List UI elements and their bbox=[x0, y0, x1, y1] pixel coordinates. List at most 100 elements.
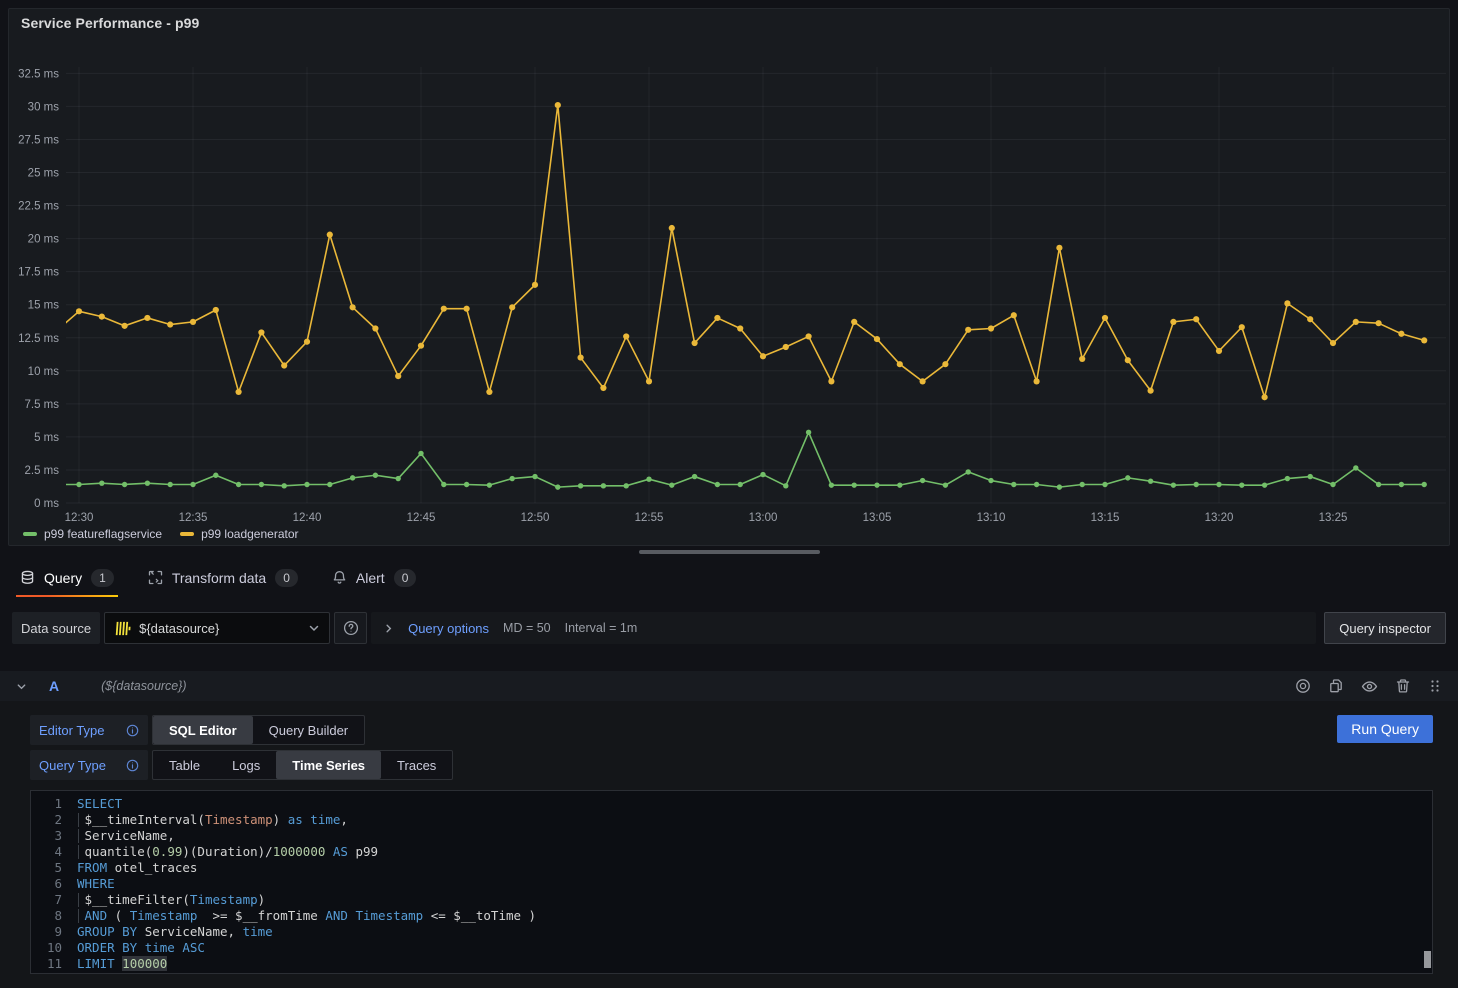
query-type-logs-button[interactable]: Logs bbox=[216, 751, 276, 779]
eye-icon[interactable] bbox=[1361, 678, 1378, 695]
indent-guide bbox=[78, 845, 79, 859]
query-ref-id: A bbox=[49, 678, 59, 694]
svg-text:15 ms: 15 ms bbox=[28, 300, 60, 312]
code-line: 3 ServiceName, bbox=[31, 828, 1432, 844]
query-builder-button[interactable]: Query Builder bbox=[253, 716, 364, 744]
editor-type-label: Editor Type bbox=[30, 715, 148, 745]
tab-label: Transform data bbox=[172, 570, 266, 586]
drag-handle-icon[interactable] bbox=[1428, 679, 1442, 693]
editor-scrollbar-thumb[interactable] bbox=[1424, 951, 1431, 968]
line-number: 11 bbox=[31, 956, 77, 972]
query-type-group: Table Logs Time Series Traces bbox=[152, 750, 453, 780]
svg-text:12.5 ms: 12.5 ms bbox=[18, 333, 59, 345]
code-lines: 1SELECT2 $__timeInterval(Timestamp) as t… bbox=[31, 796, 1432, 972]
query-editor-section: A (${datasource}) bbox=[0, 671, 1458, 988]
svg-text:12:35: 12:35 bbox=[179, 512, 208, 524]
indent-guide bbox=[78, 893, 79, 907]
svg-text:12:55: 12:55 bbox=[635, 512, 664, 524]
datasource-label: Data source bbox=[12, 612, 100, 644]
editor-type-label-text: Editor Type bbox=[39, 723, 105, 738]
datasource-help-button[interactable] bbox=[334, 612, 367, 644]
query-type-table-button[interactable]: Table bbox=[153, 751, 216, 779]
info-icon[interactable] bbox=[126, 724, 139, 737]
code-text: GROUP BY ServiceName, time bbox=[77, 924, 273, 940]
code-line: 8 AND ( Timestamp >= $__fromTime AND Tim… bbox=[31, 908, 1432, 924]
editor-type-row: Editor Type SQL Editor Query Builder Run… bbox=[30, 715, 1433, 745]
code-text: AND ( Timestamp >= $__fromTime AND Times… bbox=[77, 908, 536, 924]
copy-icon[interactable] bbox=[1328, 678, 1344, 694]
tab-query[interactable]: Query 1 bbox=[16, 564, 118, 597]
code-line: 5FROM otel_traces bbox=[31, 860, 1432, 876]
chevron-right-icon bbox=[383, 623, 394, 634]
tab-transform-data[interactable]: Transform data 0 bbox=[144, 564, 302, 597]
legend-swatch bbox=[180, 532, 194, 536]
code-text: ServiceName, bbox=[77, 828, 175, 844]
line-number: 10 bbox=[31, 940, 77, 956]
tab-alert[interactable]: Alert 0 bbox=[328, 564, 420, 597]
query-options-bar[interactable]: Query options MD = 50 Interval = 1m bbox=[371, 612, 1316, 644]
legend-label[interactable]: p99 loadgenerator bbox=[201, 527, 298, 541]
code-text: WHERE bbox=[77, 876, 115, 892]
tab-count-badge: 1 bbox=[91, 569, 114, 587]
clickhouse-logo-icon bbox=[114, 620, 131, 637]
question-circle-icon bbox=[343, 620, 359, 636]
bell-icon bbox=[332, 570, 347, 585]
datasource-picker[interactable]: ${datasource} bbox=[104, 612, 330, 644]
query-type-time-series-button[interactable]: Time Series bbox=[276, 751, 381, 779]
code-text: LIMIT 100000 bbox=[77, 956, 167, 972]
chart-legend: p99 featureflagservice p99 loadgenerator bbox=[9, 526, 1449, 541]
code-line: 9GROUP BY ServiceName, time bbox=[31, 924, 1432, 940]
svg-text:13:10: 13:10 bbox=[977, 512, 1006, 524]
indent-guide bbox=[78, 813, 79, 827]
line-number: 9 bbox=[31, 924, 77, 940]
panel-header[interactable]: Service Performance - p99 bbox=[9, 9, 1449, 37]
svg-text:12:30: 12:30 bbox=[65, 512, 94, 524]
indent-guide bbox=[78, 829, 79, 843]
svg-text:7.5 ms: 7.5 ms bbox=[24, 399, 59, 411]
info-icon[interactable] bbox=[126, 759, 139, 772]
editor-tabs: Query 1 Transform data 0 Alert 0 bbox=[0, 564, 1458, 597]
legend-item[interactable]: p99 featureflagservice bbox=[23, 527, 162, 541]
indent-guide bbox=[78, 909, 79, 923]
collapse-chevron-icon[interactable] bbox=[16, 681, 27, 692]
sql-editor-button[interactable]: SQL Editor bbox=[153, 716, 253, 744]
svg-text:27.5 ms: 27.5 ms bbox=[18, 134, 59, 146]
interval-value: Interval = 1m bbox=[565, 621, 638, 635]
code-text: ORDER BY time ASC bbox=[77, 940, 205, 956]
code-line: 2 $__timeInterval(Timestamp) as time, bbox=[31, 812, 1432, 828]
max-data-points-value: MD = 50 bbox=[503, 621, 551, 635]
query-options-link[interactable]: Query options bbox=[408, 621, 489, 636]
query-datasource-hint: (${datasource}) bbox=[101, 679, 186, 693]
trash-icon[interactable] bbox=[1395, 678, 1411, 694]
svg-text:32.5 ms: 32.5 ms bbox=[18, 68, 59, 80]
svg-text:12:40: 12:40 bbox=[293, 512, 322, 524]
query-type-traces-button[interactable]: Traces bbox=[381, 751, 452, 779]
run-query-button[interactable]: Run Query bbox=[1337, 715, 1433, 743]
datasource-value: ${datasource} bbox=[139, 621, 300, 636]
legend-label[interactable]: p99 featureflagservice bbox=[44, 527, 162, 541]
code-text: FROM otel_traces bbox=[77, 860, 197, 876]
svg-text:13:05: 13:05 bbox=[863, 512, 892, 524]
svg-text:10 ms: 10 ms bbox=[28, 366, 60, 378]
line-number: 1 bbox=[31, 796, 77, 812]
svg-text:13:20: 13:20 bbox=[1205, 512, 1234, 524]
query-row-header[interactable]: A (${datasource}) bbox=[0, 671, 1458, 701]
line-number: 6 bbox=[31, 876, 77, 892]
query-inspector-button[interactable]: Query inspector bbox=[1324, 612, 1446, 644]
panel-scroll-handle[interactable] bbox=[639, 550, 820, 554]
query-toolbar: Data source ${datasource} Query options … bbox=[12, 612, 1446, 644]
line-number: 4 bbox=[31, 844, 77, 860]
legend-swatch bbox=[23, 532, 37, 536]
panel-title: Service Performance - p99 bbox=[21, 15, 199, 31]
code-line: 6WHERE bbox=[31, 876, 1432, 892]
svg-text:13:25: 13:25 bbox=[1319, 512, 1348, 524]
svg-text:25 ms: 25 ms bbox=[28, 168, 60, 180]
code-text: $__timeFilter(Timestamp) bbox=[77, 892, 265, 908]
sql-editor[interactable]: 1SELECT2 $__timeInterval(Timestamp) as t… bbox=[30, 790, 1433, 974]
timeseries-panel: Service Performance - p99 0 ms2.5 ms5 ms… bbox=[8, 8, 1450, 546]
tab-label: Alert bbox=[356, 570, 385, 586]
record-icon[interactable] bbox=[1295, 678, 1311, 694]
legend-item[interactable]: p99 loadgenerator bbox=[180, 527, 298, 541]
svg-text:12:45: 12:45 bbox=[407, 512, 436, 524]
svg-text:0 ms: 0 ms bbox=[34, 498, 59, 510]
